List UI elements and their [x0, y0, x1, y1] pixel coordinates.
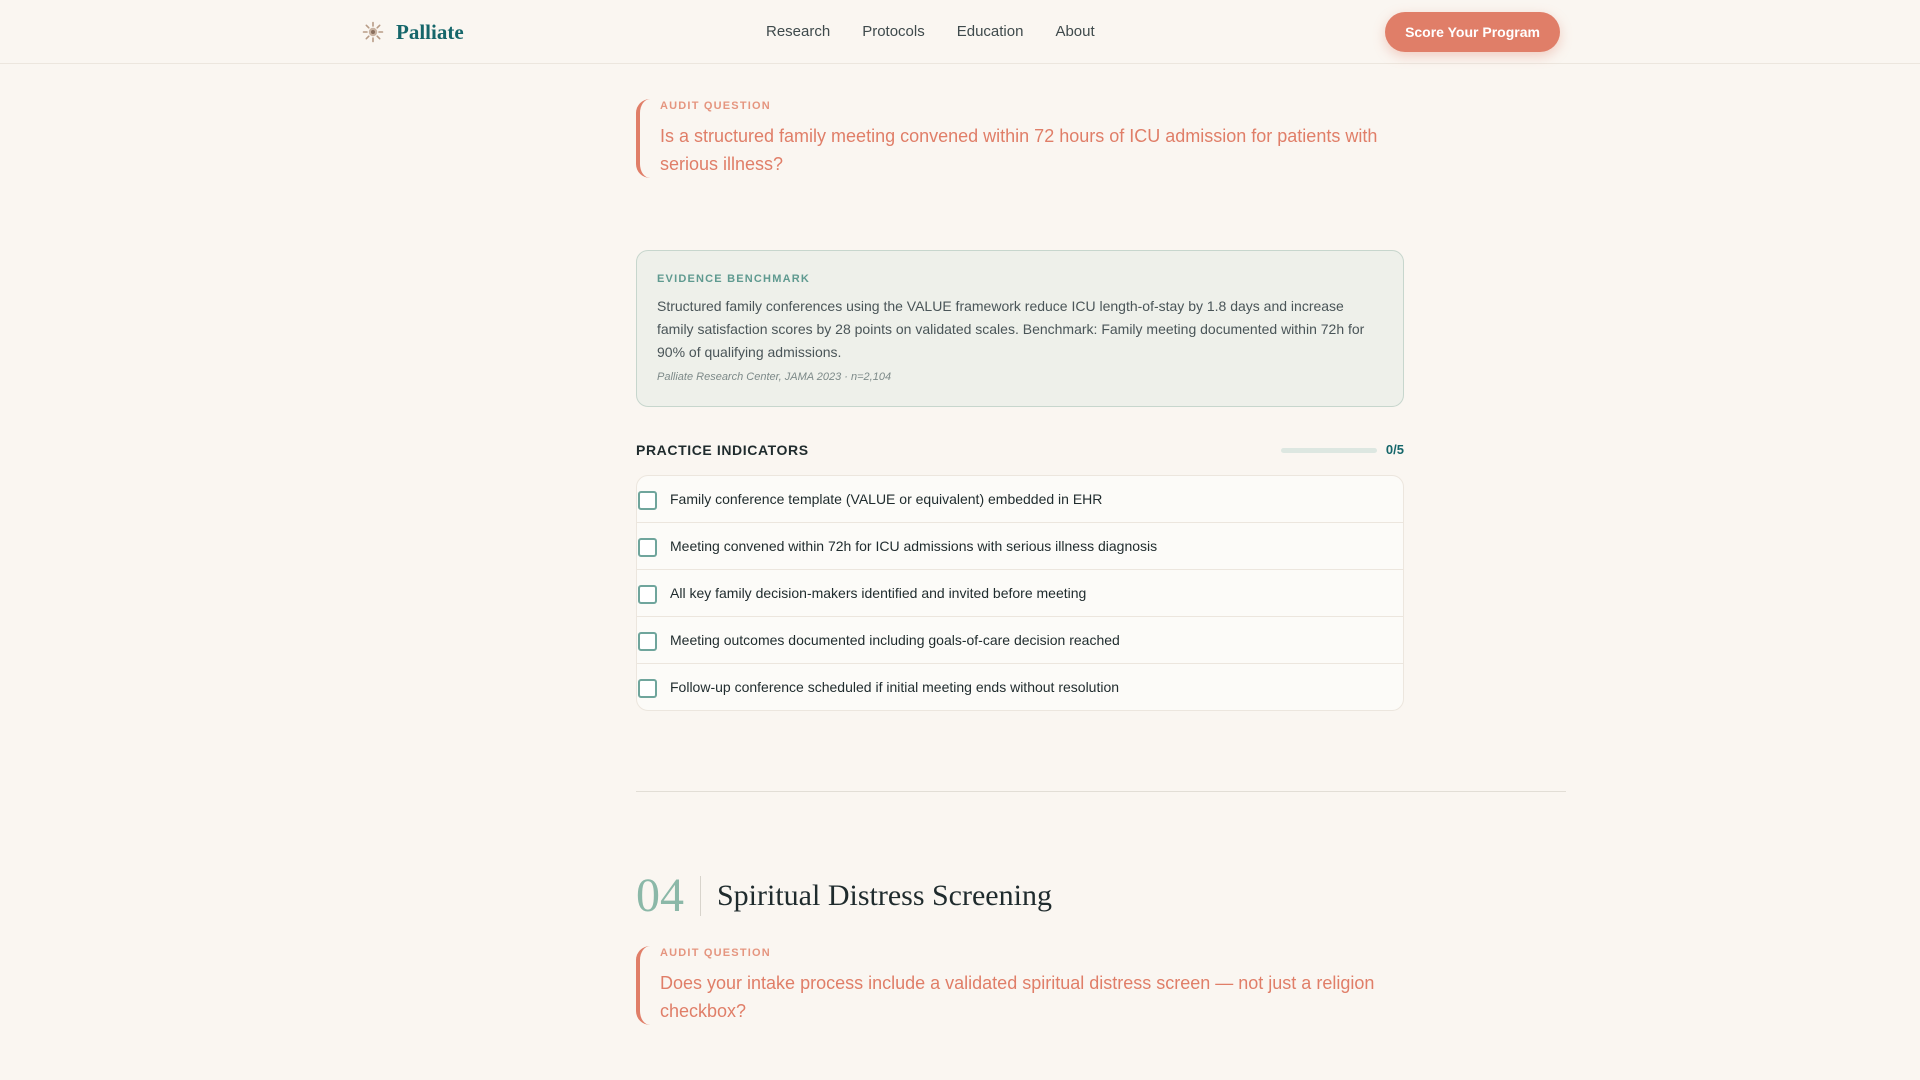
indicator-text: All key family decision-makers identifie… — [670, 585, 1087, 601]
audit-question-text: Is a structured family meeting convened … — [660, 126, 1378, 174]
section-heading-separator — [700, 876, 701, 916]
evidence-benchmark-citation: Palliate Research Center, JAMA 2023 · n=… — [657, 371, 892, 383]
practice-indicators-header: PRACTICE INDICATORS 0/5 — [636, 440, 1404, 460]
brand-logo[interactable]: Palliate — [362, 19, 464, 45]
indicator-text: Meeting convened within 72h for ICU admi… — [670, 538, 1158, 554]
audit-question-label: AUDIT QUESTION — [660, 100, 771, 112]
audit-question-label: AUDIT QUESTION — [660, 947, 771, 959]
indicator-row[interactable]: Family conference template (VALUE or equ… — [637, 476, 1403, 523]
sunburst-logo-icon — [362, 21, 384, 43]
brand-name: Palliate — [396, 20, 464, 44]
nav-protocols[interactable]: Protocols — [862, 22, 925, 42]
indicators-progress-count: 0/5 — [1385, 442, 1404, 457]
audit-question-text: Does your intake process include a valid… — [660, 973, 1375, 1021]
audit-question-block: AUDIT QUESTION Is a structured family me… — [636, 99, 1404, 178]
indicator-row[interactable]: Meeting convened within 72h for ICU admi… — [637, 523, 1403, 570]
nav-research[interactable]: Research — [766, 22, 830, 42]
indicator-row[interactable]: All key family decision-makers identifie… — [637, 570, 1403, 617]
section-title: Spiritual Distress Screening — [717, 879, 1052, 912]
indicator-checkbox[interactable] — [638, 679, 657, 698]
section-heading: 04 Spiritual Distress Screening — [636, 872, 1052, 920]
audit-question-block: AUDIT QUESTION Does your intake process … — [636, 946, 1404, 1025]
evidence-benchmark-card: EVIDENCE BENCHMARK Structured family con… — [636, 250, 1404, 407]
nav-about[interactable]: About — [1055, 22, 1094, 42]
indicator-row[interactable]: Meeting outcomes documented including go… — [637, 617, 1403, 664]
indicator-checkbox[interactable] — [638, 585, 657, 604]
top-navigation-bar: Palliate Research Protocols Education Ab… — [0, 0, 1920, 64]
score-program-button[interactable]: Score Your Program — [1385, 12, 1560, 52]
practice-indicators-list: Family conference template (VALUE or equ… — [636, 475, 1404, 711]
section-divider — [636, 791, 1566, 792]
evidence-benchmark-text: Structured family conferences using the … — [657, 298, 1365, 360]
evidence-benchmark-label: EVIDENCE BENCHMARK — [657, 273, 810, 285]
section-number: 04 — [636, 869, 684, 922]
nav-education[interactable]: Education — [957, 22, 1024, 42]
indicator-checkbox[interactable] — [638, 632, 657, 651]
indicator-text: Meeting outcomes documented including go… — [670, 632, 1120, 648]
practice-indicators-title: PRACTICE INDICATORS — [636, 442, 809, 458]
indicators-progress-bar — [1281, 448, 1377, 453]
indicator-checkbox[interactable] — [638, 491, 657, 510]
page: Palliate Research Protocols Education Ab… — [0, 0, 1920, 1080]
main-nav: Research Protocols Education About — [766, 22, 1127, 42]
indicator-text: Family conference template (VALUE or equ… — [670, 491, 1103, 507]
indicator-text: Follow-up conference scheduled if initia… — [670, 679, 1120, 695]
indicator-row[interactable]: Follow-up conference scheduled if initia… — [637, 664, 1403, 710]
indicator-checkbox[interactable] — [638, 538, 657, 557]
